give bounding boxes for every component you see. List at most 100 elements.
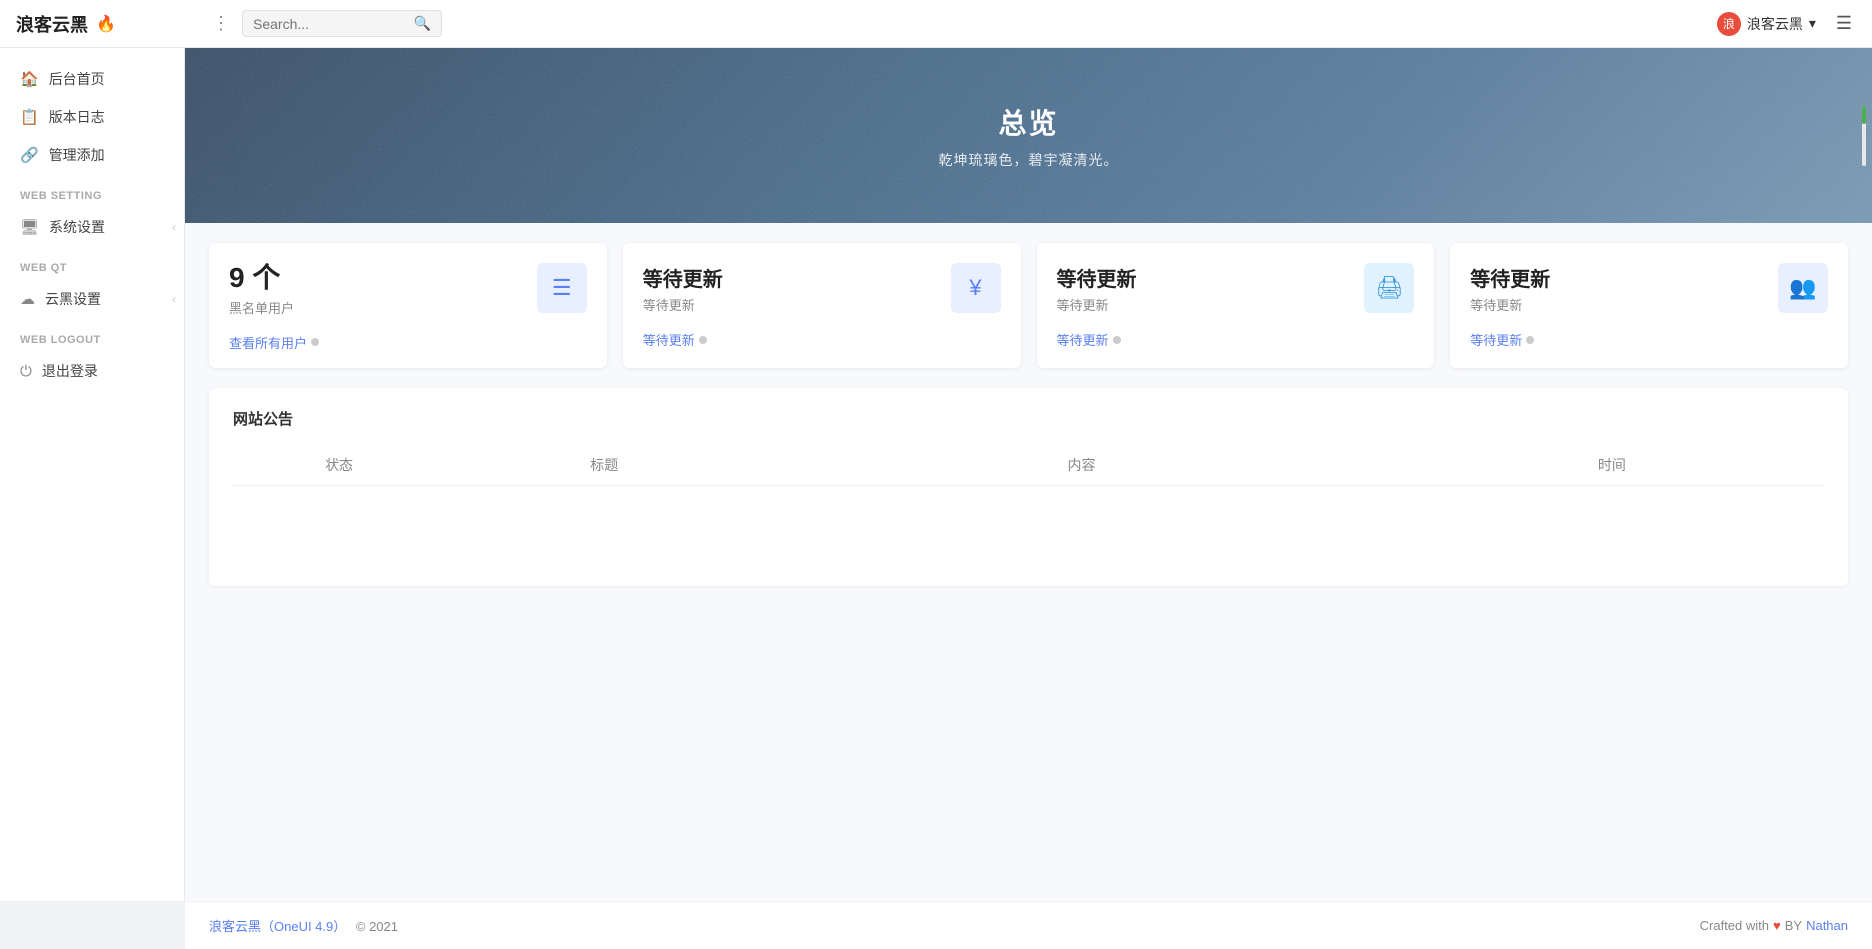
- sidebar-item-manage-add[interactable]: 🔗 管理添加: [0, 136, 184, 174]
- sidebar-section-web-setting: WEB SETTING 🖥 系统设置 ‹: [0, 174, 184, 246]
- stat-card-top: 9 个 黑名单用户 ☰: [229, 263, 587, 317]
- col-status: 状态: [233, 455, 445, 475]
- sidebar-item-label: 后台首页: [49, 69, 105, 89]
- stat-card-blacklist: 9 个 黑名单用户 ☰ 查看所有用户: [209, 243, 607, 368]
- by-text: BY: [1785, 918, 1802, 933]
- link-dot-3: [1113, 336, 1121, 344]
- table-header: 状态 标题 内容 时间: [233, 445, 1824, 486]
- stat-card-link[interactable]: 查看所有用户: [229, 333, 587, 352]
- sidebar-item-label: 退出登录: [42, 361, 98, 381]
- search-input[interactable]: [253, 16, 408, 32]
- scroll-indicator: [1862, 106, 1866, 166]
- footer-left: 浪客云黑（OneUI 4.9） © 2021: [209, 916, 398, 935]
- scroll-indicator-bar: [1862, 106, 1866, 124]
- flame-icon: 🔥: [96, 14, 116, 34]
- main-content: 总览 乾坤琉璃色，碧宇凝清光。 9 个 黑名单用户 ☰: [185, 48, 1872, 901]
- hero-title: 总览: [998, 102, 1058, 142]
- link-dot-2: [699, 336, 707, 344]
- stat-info-3: 等待更新 等待更新: [1057, 263, 1137, 314]
- author-name: Nathan: [1806, 918, 1848, 933]
- search-box: 🔍: [242, 10, 442, 37]
- stat-card-top-2: 等待更新 等待更新 ¥: [643, 263, 1001, 314]
- stat-card-top-4: 等待更新 等待更新 👥: [1470, 263, 1828, 314]
- sidebar-item-logout[interactable]: ⏻ 退出登录: [0, 352, 184, 390]
- stat-value-3: 等待更新: [1057, 269, 1137, 291]
- stat-label: 黑名单用户: [229, 298, 294, 317]
- sidebar-item-cloud-settings[interactable]: ☁ 云黑设置 ‹: [0, 280, 184, 318]
- link-dot-4: [1526, 336, 1534, 344]
- menu-dots-button[interactable]: ⋮: [204, 9, 238, 38]
- home-icon: 🏠: [20, 70, 39, 88]
- sidebar-item-changelog[interactable]: 📋 版本日志: [0, 98, 184, 136]
- stat-icon-box-2: ¥: [951, 263, 1001, 313]
- stat-card-3: 等待更新 等待更新 🖨 等待更新: [1037, 243, 1435, 368]
- sidebar-section-label-websetting: WEB SETTING: [0, 174, 184, 208]
- stats-row: 9 个 黑名单用户 ☰ 查看所有用户 等待更新 等待更新: [185, 223, 1872, 388]
- stat-info-4: 等待更新 等待更新: [1470, 263, 1550, 314]
- footer-brand: 浪客云黑（OneUI 4.9）: [209, 919, 346, 934]
- stat-card-link-4[interactable]: 等待更新: [1470, 330, 1828, 349]
- stat-icon-box-4: 👥: [1778, 263, 1828, 313]
- page-layout: 🏠 后台首页 📋 版本日志 🔗 管理添加 WEB SETTING 🖥 系统设置 …: [0, 48, 1872, 901]
- col-time: 时间: [1400, 455, 1824, 475]
- crafted-text: Crafted with: [1700, 918, 1769, 933]
- sidebar-section-web-qt: WEB QT ☁ 云黑设置 ‹: [0, 246, 184, 318]
- announcements-card: 网站公告 状态 标题 内容 时间: [209, 388, 1848, 586]
- footer: 浪客云黑（OneUI 4.9） © 2021 Crafted with ♥ BY…: [185, 901, 1872, 949]
- sidebar-item-label: 云黑设置: [45, 289, 101, 309]
- chevron-right-icon: ‹: [172, 220, 176, 234]
- stat-card-4: 等待更新 等待更新 👥 等待更新: [1450, 243, 1848, 368]
- link-label: 查看所有用户: [229, 333, 307, 352]
- stat-value: 9 个: [229, 263, 294, 294]
- topnav-right: 浪 浪客云黑 ▾ ☰: [1717, 9, 1856, 38]
- table-empty: [233, 486, 1824, 566]
- sidebar-section-label-logout: WEB LOGOUT: [0, 318, 184, 352]
- stat-label-2: 等待更新: [643, 295, 723, 314]
- sidebar-item-dashboard[interactable]: 🏠 后台首页: [0, 60, 184, 98]
- user-menu[interactable]: 浪 浪客云黑 ▾: [1717, 12, 1816, 36]
- stat-info: 9 个 黑名单用户: [229, 263, 294, 317]
- cloud-icon: ☁: [20, 290, 35, 308]
- chevron-right-icon-2: ‹: [172, 292, 176, 306]
- hamburger-button[interactable]: ☰: [1832, 9, 1856, 38]
- stat-icon-box-3: 🖨: [1364, 263, 1414, 313]
- changelog-icon: 📋: [20, 108, 39, 126]
- monitor-icon: 🖥: [20, 218, 39, 236]
- sidebar-section-logout: WEB LOGOUT ⏻ 退出登录: [0, 318, 184, 390]
- stat-label-4: 等待更新: [1470, 295, 1550, 314]
- hero-subtitle: 乾坤琉璃色，碧宇凝清光。: [939, 150, 1119, 170]
- brand-logo: 浪客云黑 🔥: [16, 11, 196, 37]
- col-content: 内容: [763, 455, 1399, 475]
- stat-icon-box: ☰: [537, 263, 587, 313]
- footer-copy: © 2021: [356, 919, 398, 934]
- sidebar-item-system-settings[interactable]: 🖥 系统设置 ‹: [0, 208, 184, 246]
- sidebar-item-label: 管理添加: [49, 145, 105, 165]
- printer-icon: 🖨: [1375, 275, 1403, 301]
- stat-label-3: 等待更新: [1057, 295, 1137, 314]
- heart-icon: ♥: [1773, 918, 1781, 933]
- col-title: 标题: [445, 455, 763, 475]
- top-navigation: 浪客云黑 🔥 ⋮ 🔍 浪 浪客云黑 ▾ ☰: [0, 0, 1872, 48]
- content-area: 网站公告 状态 标题 内容 时间: [185, 388, 1872, 901]
- stat-card-link-2[interactable]: 等待更新: [643, 330, 1001, 349]
- manage-icon: 🔗: [20, 146, 39, 164]
- stat-card-2: 等待更新 等待更新 ¥ 等待更新: [623, 243, 1021, 368]
- stat-value-2: 等待更新: [643, 269, 723, 291]
- power-icon: ⏻: [20, 363, 32, 380]
- sidebar-item-label: 系统设置: [49, 217, 105, 237]
- list-icon: ☰: [552, 275, 572, 301]
- stat-value-4: 等待更新: [1470, 269, 1550, 291]
- search-icon: 🔍: [414, 15, 431, 32]
- sidebar-section-main: 🏠 后台首页 📋 版本日志 🔗 管理添加: [0, 60, 184, 174]
- stat-card-top-3: 等待更新 等待更新 🖨: [1057, 263, 1415, 314]
- sidebar: 🏠 后台首页 📋 版本日志 🔗 管理添加 WEB SETTING 🖥 系统设置 …: [0, 48, 185, 901]
- link-label-4: 等待更新: [1470, 330, 1522, 349]
- brand-name: 浪客云黑: [16, 11, 88, 37]
- link-label-2: 等待更新: [643, 330, 695, 349]
- stat-card-link-3[interactable]: 等待更新: [1057, 330, 1415, 349]
- sidebar-section-label-webqt: WEB QT: [0, 246, 184, 280]
- hero-banner: 总览 乾坤琉璃色，碧宇凝清光。: [185, 48, 1872, 223]
- users-icon: 👥: [1789, 275, 1816, 301]
- footer-right: Crafted with ♥ BY Nathan: [1700, 918, 1848, 933]
- link-dot: [311, 338, 319, 346]
